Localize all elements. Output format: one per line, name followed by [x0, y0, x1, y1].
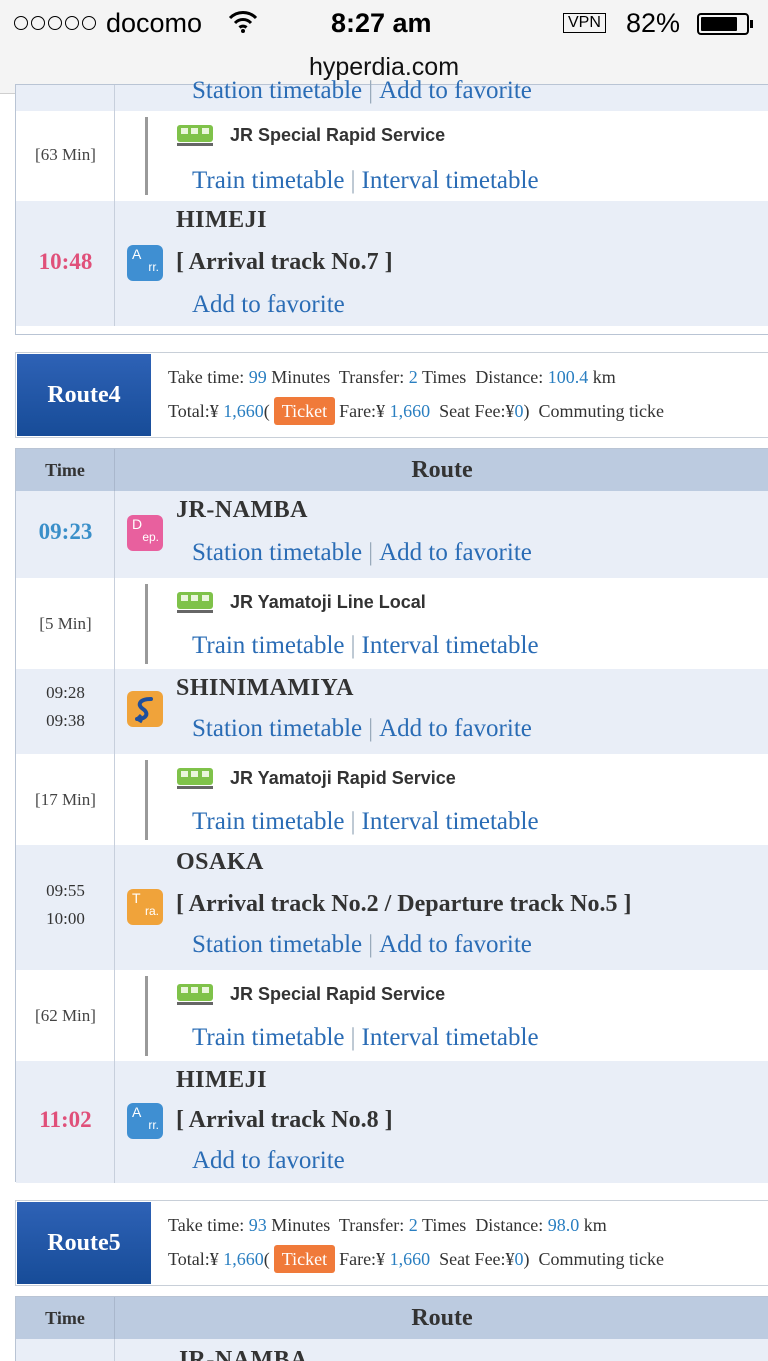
segment-row: [62 Min] JR Special Rapid Service Train …	[16, 970, 768, 1061]
train-links: Train timetable | Interval timetable	[192, 808, 539, 835]
battery-percentage: 82%	[626, 8, 681, 38]
ticket-button[interactable]: Ticket	[273, 397, 336, 425]
add-favorite-link[interactable]: Add to favorite	[379, 77, 532, 104]
station-name[interactable]: JR-NAMBA	[176, 1347, 308, 1361]
route-summary-line2: Total:¥ 1,660(Ticket Fare:¥ 1,660 Seat Fe…	[168, 1245, 664, 1273]
carrier-name: docomo	[106, 8, 203, 38]
station-links: Station timetable | Add to favorite	[192, 539, 532, 566]
segment-row: [17 Min] JR Yamatoji Rapid Service Train…	[16, 754, 768, 845]
route-summary-line2: Total:¥ 1,660(Ticket Fare:¥ 1,660 Seat Fe…	[168, 397, 664, 425]
route-label[interactable]: Route5	[17, 1202, 151, 1284]
route5-summary: Route5 Take time: 93 Minutes Transfer: 2…	[15, 1200, 768, 1286]
signal-strength-icon	[14, 16, 96, 30]
route5-table: Time Route JR-NAMBA	[15, 1296, 768, 1361]
train-timetable-link[interactable]: Train timetable	[192, 632, 345, 659]
interval-timetable-link[interactable]: Interval timetable	[362, 808, 539, 835]
train-icon	[177, 592, 213, 613]
segment-row: [5 Min] JR Yamatoji Line Local Train tim…	[16, 578, 768, 669]
add-favorite-link[interactable]: Add to favorite	[379, 931, 532, 958]
train-icon	[177, 984, 213, 1005]
train-timetable-link[interactable]: Train timetable	[192, 808, 345, 835]
route-summary-line1: Take time: 93 Minutes Transfer: 2 Times …	[168, 1215, 607, 1235]
interval-timetable-link[interactable]: Interval timetable	[362, 1024, 539, 1051]
station-timetable-link[interactable]: Station timetable	[192, 539, 362, 566]
station-row: 11:02 Arr. HIMEJI [ Arrival track No.8 ]…	[16, 1061, 768, 1183]
clock: 8:27 am	[331, 8, 432, 38]
station-links: Station timetable | Add to favorite	[192, 931, 532, 958]
segment-row: [63 Min] JR Special Rapid Service Train …	[16, 111, 768, 201]
add-favorite-link[interactable]: Add to favorite	[192, 291, 345, 318]
arrival-time: 11:02	[39, 1107, 92, 1132]
train-icon	[177, 125, 213, 146]
train-timetable-link[interactable]: Train timetable	[192, 167, 345, 194]
arrival-icon: Arr.	[127, 1103, 163, 1139]
ticket-button[interactable]: Ticket	[273, 1245, 336, 1273]
route3-table: Station timetable | Add to favorite [63 Mi…	[15, 77, 768, 335]
station-name[interactable]: JR-NAMBA	[176, 497, 308, 524]
train-icon	[177, 768, 213, 789]
route-summary-line1: Take time: 99 Minutes Transfer: 2 Times …	[168, 367, 616, 387]
train-name: JR Special Rapid Service	[230, 984, 446, 1004]
wifi-icon	[228, 10, 258, 41]
train-name: JR Yamatoji Rapid Service	[230, 768, 456, 788]
table-header: Time Route	[16, 449, 768, 491]
station-links: Add to favorite	[192, 1147, 345, 1175]
status-bar: docomo 8:27 am VPN 82%	[0, 0, 768, 46]
train-links: Train timetable | Interval timetable	[192, 1024, 539, 1051]
station-timetable-link[interactable]: Station timetable	[192, 931, 362, 958]
add-favorite-link[interactable]: Add to favorite	[379, 715, 532, 742]
battery-icon	[697, 13, 753, 35]
station-row: JR-NAMBA	[16, 1339, 768, 1361]
station-timetable-link[interactable]: Station timetable	[192, 77, 362, 104]
station-links: Station timetable | Add to favorite	[192, 715, 532, 742]
transfer-icon	[127, 691, 163, 727]
track-info: [ Arrival track No.2 / Departure track N…	[176, 891, 632, 917]
table-header: Time Route	[16, 1297, 768, 1339]
track-info: [ Arrival track No.7 ]	[176, 249, 393, 275]
vpn-badge: VPN	[563, 13, 606, 33]
station-links: Add to favorite	[192, 291, 345, 319]
departure-time: 09:38	[46, 711, 85, 730]
arrival-time: 09:55	[46, 881, 85, 900]
arrival-time: 09:28	[46, 683, 85, 702]
route4-table: Time Route 09:23 Dep. JR-NAMBA Station t…	[15, 448, 768, 1183]
train-links: Train timetable | Interval timetable	[192, 632, 539, 659]
train-links: Train timetable | Interval timetable	[192, 167, 539, 194]
segment-duration: [62 Min]	[35, 1006, 96, 1025]
add-favorite-link[interactable]: Add to favorite	[379, 539, 532, 566]
station-name[interactable]: HIMEJI	[176, 1067, 267, 1094]
arrival-icon: Arr.	[127, 245, 163, 281]
station-row: 09:28 09:38 SHINIMAMIYA Station timetabl…	[16, 669, 768, 754]
route-label[interactable]: Route4	[17, 354, 151, 436]
segment-duration: [63 Min]	[35, 145, 96, 164]
departure-icon: Dep.	[127, 515, 163, 551]
arrival-time: 10:48	[38, 249, 93, 274]
station-row: 10:48 HIMEJI Arr. [ Arrival track No.7 ]…	[16, 201, 768, 326]
route4-summary: Route4 Take time: 99 Minutes Transfer: 2…	[15, 352, 768, 438]
track-info: [ Arrival track No.8 ]	[176, 1107, 393, 1133]
interval-timetable-link[interactable]: Interval timetable	[362, 632, 539, 659]
interval-timetable-link[interactable]: Interval timetable	[362, 167, 539, 194]
segment-duration: [17 Min]	[35, 790, 96, 809]
station-row: 09:23 Dep. JR-NAMBA Station timetable | Ad…	[16, 491, 768, 578]
train-timetable-link[interactable]: Train timetable	[192, 1024, 345, 1051]
train-name: JR Special Rapid Service	[230, 125, 446, 145]
departure-time: 10:00	[46, 909, 85, 928]
add-favorite-link[interactable]: Add to favorite	[192, 1147, 345, 1174]
station-row: Station timetable | Add to favorite	[16, 77, 768, 111]
station-name[interactable]: HIMEJI	[176, 207, 267, 234]
station-row: 09:55 10:00 Tra. OSAKA [ Arrival track N…	[16, 845, 768, 970]
segment-duration: [5 Min]	[39, 614, 92, 633]
station-links: Station timetable | Add to favorite	[192, 77, 532, 104]
transfer-track-icon: Tra.	[127, 889, 163, 925]
station-timetable-link[interactable]: Station timetable	[192, 715, 362, 742]
station-name[interactable]: OSAKA	[176, 849, 264, 876]
station-name[interactable]: SHINIMAMIYA	[176, 675, 354, 702]
train-name: JR Yamatoji Line Local	[230, 592, 426, 612]
departure-time: 09:23	[38, 519, 93, 544]
